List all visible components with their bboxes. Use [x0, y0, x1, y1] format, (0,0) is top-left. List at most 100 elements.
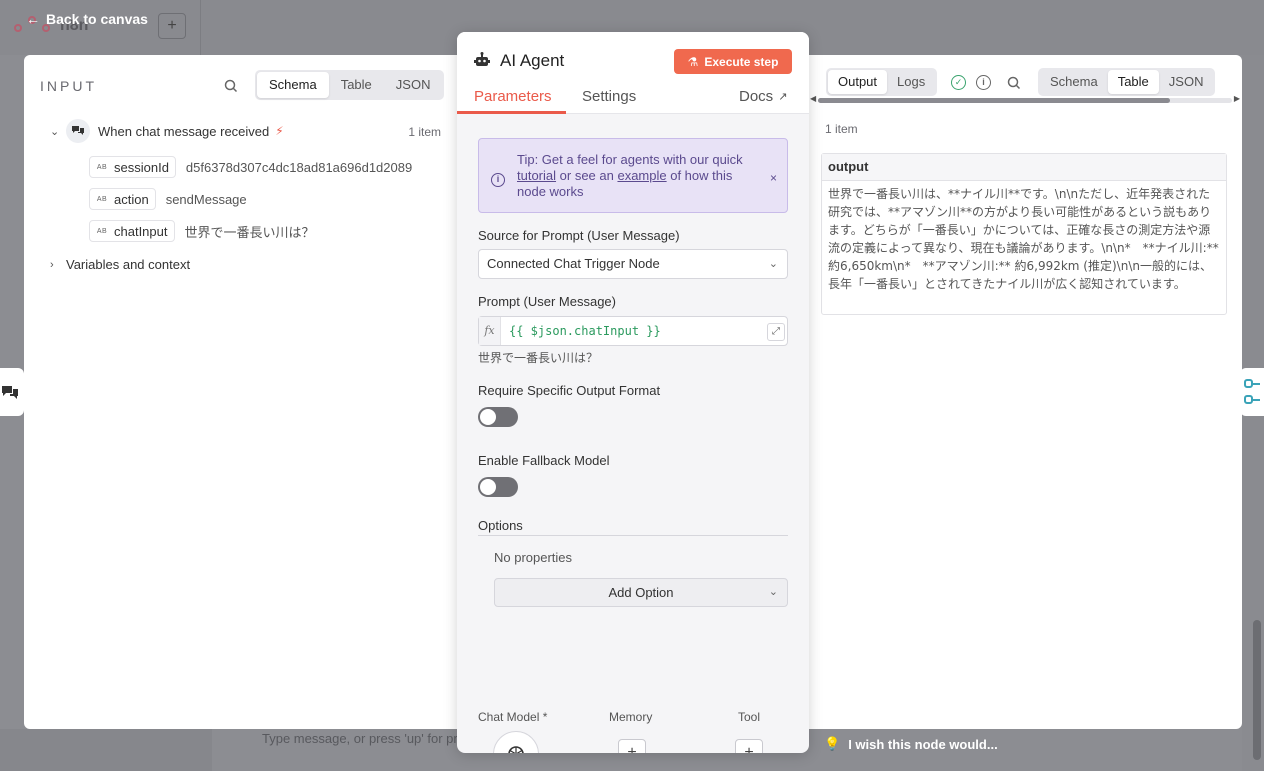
scroll-thumb[interactable]	[818, 98, 1170, 103]
source-prompt-select[interactable]: Connected Chat Trigger Node ⌄	[478, 249, 788, 279]
back-to-canvas-link[interactable]: ← Back to canvas	[26, 11, 148, 27]
tab-schema[interactable]: Schema	[257, 72, 329, 98]
list-item[interactable]: AB action sendMessage	[89, 188, 247, 210]
field-value: d5f6378d307c4dc18ad81a696d1d2089	[185, 159, 413, 175]
variables-context-label: Variables and context	[66, 257, 191, 272]
field-tag: AB action	[89, 188, 156, 210]
back-to-canvas-label: Back to canvas	[46, 11, 148, 27]
field-name: sessionId	[114, 159, 169, 175]
feedback-link[interactable]: 💡 I wish this node would...	[824, 736, 998, 752]
scroll-right-icon[interactable]: ▶	[1234, 94, 1240, 103]
list-item[interactable]: AB chatInput 世界で一番長い川は？	[89, 220, 315, 242]
output-item-count: 1 item	[825, 122, 858, 136]
close-icon[interactable]: ×	[770, 170, 777, 186]
node-settings-panel: AI Agent ⚗ Execute step Parameters Setti…	[457, 32, 809, 753]
node-connections-icon	[1244, 379, 1260, 404]
tab-schema[interactable]: Schema	[1040, 70, 1108, 94]
chat-model-label: Chat Model *	[478, 710, 548, 724]
tip-text-middle: or see an	[556, 168, 618, 183]
add-option-label: Add Option	[608, 585, 674, 600]
node-title[interactable]: AI Agent	[500, 51, 564, 71]
active-tab-indicator	[457, 111, 566, 114]
prompt-expression[interactable]: {{ $json.chatInput }}	[509, 324, 661, 338]
execute-step-label: Execute step	[704, 54, 779, 69]
tip-text-prefix: Tip: Get a feel for agents with our quic…	[517, 152, 743, 167]
tab-json[interactable]: JSON	[1159, 70, 1214, 94]
require-format-label: Require Specific Output Format	[478, 383, 661, 398]
require-format-toggle[interactable]	[478, 407, 518, 427]
scroll-left-icon[interactable]: ◀	[810, 94, 816, 103]
horizontal-scrollbar[interactable]: ◀ ▶	[810, 94, 1240, 104]
field-tag: AB sessionId	[89, 156, 176, 178]
output-logs-tabs: Output Logs	[826, 68, 938, 96]
output-node-handle[interactable]	[1240, 368, 1264, 416]
tab-table[interactable]: Table	[1107, 70, 1159, 94]
fallback-model-toggle[interactable]	[478, 477, 518, 497]
docs-label: Docs	[739, 88, 774, 105]
list-item[interactable]: AB sessionId d5f6378d307c4dc18ad81a696d1…	[89, 156, 412, 178]
chevron-right-icon[interactable]: ›	[50, 259, 66, 271]
field-name: chatInput	[114, 223, 168, 239]
chat-model-node[interactable]	[493, 731, 539, 753]
chat-icon	[2, 386, 18, 399]
external-link-icon: ↗	[778, 91, 788, 103]
memory-label: Memory	[609, 710, 653, 724]
chat-icon	[66, 119, 90, 143]
add-tab-button[interactable]: +	[158, 13, 186, 39]
info-icon[interactable]: i	[976, 75, 991, 90]
header-divider	[200, 0, 201, 55]
tip-callout: i Tip: Get a feel for agents with our qu…	[478, 138, 788, 213]
output-table: output 世界で一番長い川は、**ナイル川**です。\n\nただし、近年発表…	[821, 153, 1227, 315]
source-prompt-label: Source for Prompt (User Message)	[478, 228, 680, 243]
chevron-down-icon: ⌄	[768, 258, 778, 270]
prompt-label: Prompt (User Message)	[478, 294, 616, 309]
output-view-tabs: Schema Table JSON	[1038, 68, 1216, 96]
execute-step-button[interactable]: ⚗ Execute step	[674, 49, 792, 74]
docs-link[interactable]: Docs ↗	[739, 88, 787, 105]
tab-settings[interactable]: Settings	[582, 88, 636, 105]
node-header: AI Agent ⚗ Execute step Parameters Setti…	[457, 32, 809, 114]
open-editor-icon[interactable]: ⤢	[767, 323, 785, 341]
tab-json[interactable]: JSON	[384, 72, 443, 98]
wish-label: I wish this node would...	[848, 736, 998, 752]
canvas-bottom-left	[0, 729, 212, 771]
fallback-model-label: Enable Fallback Model	[478, 453, 610, 468]
flask-icon: ⚗	[687, 54, 699, 69]
info-icon: i	[491, 173, 505, 187]
arrow-left-icon: ←	[26, 11, 40, 27]
search-icon[interactable]	[224, 79, 238, 93]
tutorial-link[interactable]: tutorial	[517, 168, 556, 183]
add-memory-button[interactable]: +	[618, 739, 646, 753]
string-type-icon: AB	[96, 163, 108, 171]
field-value: sendMessage	[165, 191, 247, 207]
example-link[interactable]: example	[617, 168, 666, 183]
trigger-node-label: When chat message received	[98, 123, 270, 139]
source-prompt-value: Connected Chat Trigger Node	[487, 256, 660, 271]
add-tool-button[interactable]: +	[735, 739, 763, 753]
string-type-icon: AB	[96, 195, 108, 203]
tab-logs[interactable]: Logs	[887, 70, 935, 94]
chevron-down-icon: ⌄	[768, 586, 778, 598]
input-view-tabs: Schema Table JSON	[255, 70, 445, 100]
tool-label: Tool	[738, 710, 761, 724]
tab-table[interactable]: Table	[329, 72, 384, 98]
add-option-button[interactable]: Add Option ⌄	[494, 578, 788, 607]
field-name: action	[114, 191, 149, 207]
trigger-node-row[interactable]: ⌄ When chat message received ⚡	[50, 119, 284, 143]
search-icon[interactable]	[1007, 76, 1021, 90]
chevron-down-icon[interactable]: ⌄	[50, 125, 66, 138]
prompt-expression-input[interactable]: fx {{ $json.chatInput }} ⤢	[478, 316, 788, 346]
check-circle-icon: ✓	[951, 75, 966, 90]
output-panel: Output Logs ✓ i Schema Table JSON ◀ ▶ 1 …	[808, 55, 1242, 729]
canvas-scrollbar[interactable]	[1253, 620, 1261, 760]
tab-output[interactable]: Output	[828, 70, 888, 94]
no-properties-text: No properties	[494, 550, 573, 565]
variables-context-row[interactable]: › Variables and context	[50, 257, 190, 272]
prompt-preview: 世界で一番長い川は？	[478, 351, 599, 365]
field-tag: AB chatInput	[89, 220, 175, 242]
table-cell[interactable]: 世界で一番長い川は、**ナイル川**です。\n\nただし、近年発表された研究では…	[822, 181, 1226, 297]
tab-parameters[interactable]: Parameters	[474, 88, 552, 105]
input-node-handle[interactable]	[0, 368, 24, 416]
input-panel-title: INPUT	[40, 78, 97, 94]
trigger-item-count: 1 item	[408, 125, 441, 139]
